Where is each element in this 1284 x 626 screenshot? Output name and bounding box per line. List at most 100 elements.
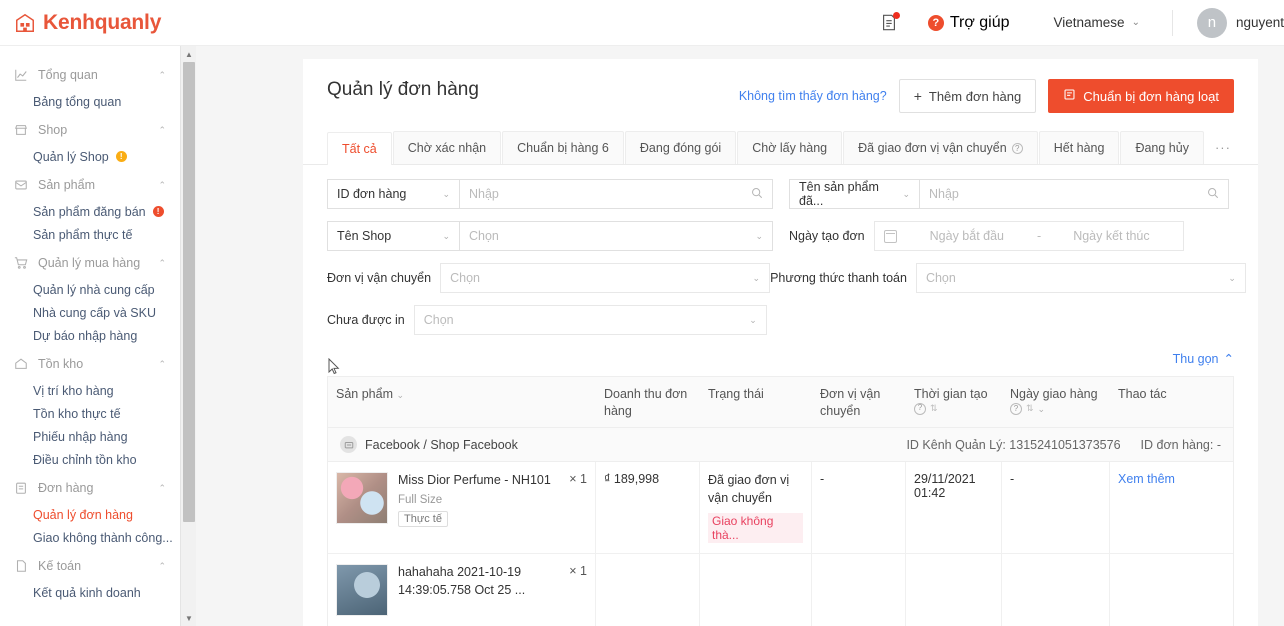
chevron-down-icon[interactable]: ⌄ bbox=[396, 390, 404, 400]
chevron-down-icon: ⌄ bbox=[442, 230, 450, 241]
search-icon[interactable] bbox=[1207, 187, 1219, 202]
sort-icon[interactable]: ⇅ bbox=[1026, 404, 1034, 413]
order-id-label: ID đơn hàng: - bbox=[1140, 437, 1221, 452]
sidebar-item-ton-kho-thuc-te[interactable]: Tồn kho thực tế bbox=[0, 402, 180, 425]
sidebar-group-san-pham[interactable]: Sản phẩm ⌃ bbox=[0, 170, 180, 200]
order-id-field-select[interactable]: ID đơn hàng ⌄ bbox=[328, 180, 460, 208]
sidebar-item-quan-ly-shop[interactable]: Quản lý Shop ! bbox=[0, 145, 180, 168]
sidebar-item-san-pham-dang-ban[interactable]: Sản phẩm đăng bán ! bbox=[0, 200, 180, 223]
collapse-row: Thu gọn ⌃ bbox=[303, 347, 1258, 376]
add-order-button[interactable]: + Thêm đơn hàng bbox=[898, 79, 1037, 113]
calendar-icon bbox=[883, 229, 897, 243]
sidebar-group-label: Quản lý mua hàng bbox=[38, 256, 141, 270]
tab-label: Đang đóng gói bbox=[639, 141, 722, 155]
not-printed-select[interactable]: Chọn ⌄ bbox=[413, 305, 767, 335]
sidebar-group-tong-quan[interactable]: Tổng quan ⌃ bbox=[0, 60, 180, 90]
tab-chuan-bi-hang[interactable]: Chuẩn bị hàng 6 bbox=[502, 131, 624, 164]
product-tag: Thực tế bbox=[398, 510, 448, 527]
tab-da-giao-don-vi-van-chuyen[interactable]: Đã giao đơn vị vận chuyển ? bbox=[843, 131, 1038, 164]
channel-label[interactable]: Facebook / Shop Facebook bbox=[365, 438, 518, 452]
product-thumbnail[interactable] bbox=[336, 564, 388, 616]
divider bbox=[1171, 9, 1173, 36]
sidebar-item-san-pham-thuc-te[interactable]: Sản phẩm thực tế bbox=[0, 223, 180, 246]
sidebar-item-vi-tri-kho-hang[interactable]: Vị trí kho hàng bbox=[0, 379, 180, 402]
chevron-down-icon: ⌄ bbox=[749, 314, 757, 325]
product-name-placeholder: Nhập bbox=[929, 187, 959, 201]
bulk-prepare-button[interactable]: Chuẩn bị đơn hàng loạt bbox=[1048, 79, 1234, 113]
tab-cho-xac-nhan[interactable]: Chờ xác nhận bbox=[392, 131, 502, 164]
search-icon[interactable] bbox=[751, 187, 763, 202]
payment-select[interactable]: Chọn ⌄ bbox=[915, 263, 1246, 293]
th-product[interactable]: Sản phẩm ⌄ bbox=[328, 386, 596, 403]
chevron-up-icon: ⌃ bbox=[158, 257, 166, 268]
scrollbar-thumb[interactable] bbox=[183, 62, 195, 522]
question-icon[interactable]: ? bbox=[1010, 402, 1022, 415]
brand-logo-area[interactable]: Kenhquanly bbox=[0, 11, 161, 35]
sidebar-item-label: Quản lý đơn hàng bbox=[33, 507, 133, 522]
shop-name-filter[interactable]: Tên Shop ⌄ Chọn ⌄ bbox=[327, 221, 773, 251]
warning-badge-icon: ! bbox=[115, 151, 127, 162]
product-name[interactable]: Miss Dior Perfume - NH101 bbox=[398, 472, 551, 490]
warehouse-logo-icon bbox=[14, 12, 36, 34]
collapse-filters-link[interactable]: Thu gọn ⌃ bbox=[1173, 351, 1234, 367]
sidebar-group-shop[interactable]: Shop ⌃ bbox=[0, 115, 180, 145]
product-name[interactable]: hahahaha 2021-10-19 14:39:05.758 Oct 25 … bbox=[398, 564, 558, 599]
tab-dang-huy[interactable]: Đang hủy bbox=[1120, 131, 1204, 164]
sidebar-item-quan-ly-don-hang[interactable]: Quản lý đơn hàng bbox=[0, 503, 180, 526]
order-id-search-input[interactable]: Nhập bbox=[460, 180, 772, 208]
status-badge: Giao không thà... bbox=[708, 513, 803, 543]
not-found-order-link[interactable]: Không tìm thấy đơn hàng? bbox=[739, 89, 887, 103]
chevron-down-icon[interactable]: ⌄ bbox=[1038, 403, 1046, 415]
th-delivery: Ngày giao hàng ? ⇅ ⌄ bbox=[1002, 386, 1110, 415]
chevron-up-icon: ⌃ bbox=[158, 69, 166, 80]
tab-het-hang[interactable]: Hết hàng bbox=[1038, 131, 1120, 164]
avatar[interactable]: n bbox=[1196, 7, 1227, 38]
chevron-up-icon: ⌃ bbox=[158, 179, 166, 190]
sidebar-group-ke-toan[interactable]: Kế toán ⌃ bbox=[0, 551, 180, 581]
product-name-filter[interactable]: Tên sản phẩm đã... ⌄ Nhập bbox=[789, 179, 1229, 209]
carrier-select[interactable]: Chọn ⌄ bbox=[440, 263, 771, 293]
sidebar-group-quan-ly-mua-hang[interactable]: Quản lý mua hàng ⌃ bbox=[0, 248, 180, 278]
sort-icon[interactable]: ⇅ bbox=[930, 404, 938, 413]
sidebar-item-quan-ly-nha-cung-cap[interactable]: Quản lý nhà cung cấp bbox=[0, 278, 180, 301]
cell-status: Đã giao đơn vị vận chuyển Giao không thà… bbox=[700, 462, 812, 553]
bulk-prepare-label: Chuẩn bị đơn hàng loạt bbox=[1083, 88, 1219, 104]
sidebar-item-bang-tong-quan[interactable]: Bảng tổng quan bbox=[0, 90, 180, 113]
sidebar-item-du-bao-nhap-hang[interactable]: Dự báo nhập hàng bbox=[0, 324, 180, 347]
sidebar-group-ton-kho[interactable]: Tồn kho ⌃ bbox=[0, 349, 180, 379]
scroll-up-arrow-icon[interactable]: ▲ bbox=[181, 46, 197, 62]
carrier-label: Đơn vị vận chuyển bbox=[327, 271, 432, 285]
sidebar-item-giao-khong-thanh-cong[interactable]: Giao không thành công... bbox=[0, 526, 180, 549]
sidebar-scrollbar[interactable]: ▲ ▼ bbox=[180, 46, 196, 626]
question-icon[interactable]: ? bbox=[1011, 142, 1023, 154]
sidebar-item-phieu-nhap-hang[interactable]: Phiếu nhập hàng bbox=[0, 425, 180, 448]
th-created-label: Thời gian tạo bbox=[914, 387, 988, 401]
view-more-link[interactable]: Xem thêm bbox=[1118, 472, 1175, 486]
date-range-picker[interactable]: Ngày bắt đầu - Ngày kết thúc bbox=[873, 221, 1184, 251]
document-icon[interactable] bbox=[880, 11, 900, 33]
date-end-placeholder: Ngày kết thúc bbox=[1073, 229, 1150, 243]
sidebar-item-dieu-chinh-ton-kho[interactable]: Điều chỉnh tồn kho bbox=[0, 448, 180, 471]
product-thumbnail[interactable] bbox=[336, 472, 388, 524]
product-name-search-input[interactable]: Nhập bbox=[920, 180, 1228, 208]
tab-label: Chờ xác nhận bbox=[407, 141, 487, 155]
tab-tat-ca[interactable]: Tất cả bbox=[327, 132, 392, 165]
tab-cho-lay-hang[interactable]: Chờ lấy hàng bbox=[737, 131, 843, 164]
language-selector[interactable]: Vietnamese ⌄ bbox=[1054, 15, 1140, 30]
home-icon bbox=[14, 357, 30, 371]
help-button[interactable]: ? Trợ giúp bbox=[927, 14, 1010, 32]
username-label[interactable]: nguyent bbox=[1236, 15, 1284, 30]
shop-value-select[interactable]: Chọn ⌄ bbox=[460, 222, 772, 250]
question-icon[interactable]: ? bbox=[914, 402, 926, 415]
file-icon bbox=[14, 559, 30, 573]
shop-field-select[interactable]: Tên Shop ⌄ bbox=[328, 222, 460, 250]
order-id-filter[interactable]: ID đơn hàng ⌄ Nhập bbox=[327, 179, 773, 209]
tab-dang-dong-goi[interactable]: Đang đóng gói bbox=[624, 131, 737, 164]
scroll-down-arrow-icon[interactable]: ▼ bbox=[181, 610, 197, 626]
tab-overflow-button[interactable]: ··· bbox=[1205, 131, 1241, 164]
cell-carrier bbox=[812, 554, 906, 626]
sidebar-group-don-hang[interactable]: Đơn hàng ⌃ bbox=[0, 473, 180, 503]
product-name-field-select[interactable]: Tên sản phẩm đã... ⌄ bbox=[790, 180, 920, 208]
sidebar-item-nha-cung-cap-va-sku[interactable]: Nhà cung cấp và SKU bbox=[0, 301, 180, 324]
sidebar-item-ket-qua-kinh-doanh[interactable]: Kết quả kinh doanh bbox=[0, 581, 180, 604]
